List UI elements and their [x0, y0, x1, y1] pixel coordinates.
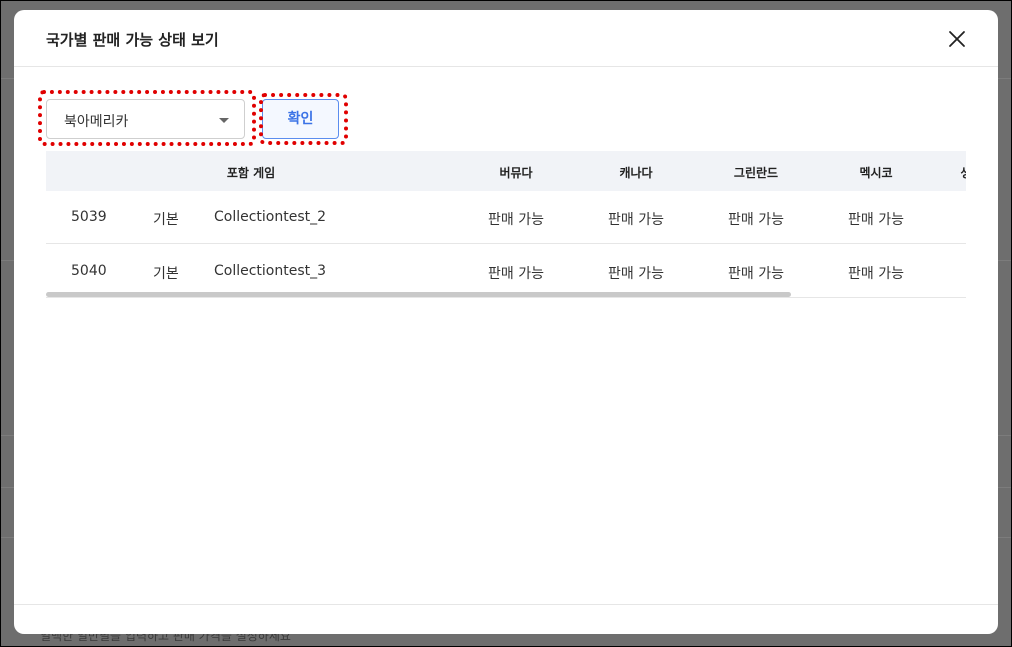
close-icon[interactable]	[946, 28, 968, 50]
column-header-country: 버뮤다	[499, 166, 533, 180]
column-header-country: 멕시코	[859, 166, 893, 180]
row-id: 5040	[71, 263, 107, 279]
table-row: 5040 기본 Collectiontest_3 판매 가능 판매 가능 판매 …	[46, 245, 966, 298]
region-select-highlight	[38, 90, 256, 146]
table-row: 5039 기본 Collectiontest_2 판매 가능 판매 가능 판매 …	[46, 191, 966, 244]
scrollbar-thumb[interactable]	[46, 292, 791, 297]
column-header-included-game: 포함 게임	[226, 166, 276, 180]
row-status: 판매 가능	[488, 212, 544, 228]
column-header-country: 캐나다	[619, 166, 653, 180]
modal-footer-divider	[14, 604, 998, 605]
horizontal-scrollbar[interactable]	[46, 292, 966, 298]
confirm-button-highlight	[259, 93, 348, 145]
row-id: 5039	[71, 209, 107, 225]
column-header-country: 생	[960, 166, 966, 180]
row-status: 판매 가능	[488, 266, 544, 282]
row-status: 판매 가능	[848, 212, 904, 228]
row-game-name: Collectiontest_3	[214, 263, 327, 279]
row-status: 판매 가능	[608, 212, 664, 228]
row-status: 판매 가능	[608, 266, 664, 282]
row-status: 판매 가능	[728, 266, 784, 282]
availability-modal: 국가별 판매 가능 상태 보기 북아메리카 확인 포함 게임 버뮤다 캐나다 그…	[14, 10, 998, 634]
column-header-country: 그린란드	[733, 166, 779, 180]
row-status: 판매 가능	[728, 212, 784, 228]
availability-table[interactable]: 포함 게임 버뮤다 캐나다 그린란드 멕시코 생 5039 기본 Collect…	[46, 151, 966, 299]
modal-title: 국가별 판매 가능 상태 보기	[46, 31, 219, 49]
row-status: 판매 가능	[848, 266, 904, 282]
row-type: 기본	[153, 212, 179, 228]
modal-header: 국가별 판매 가능 상태 보기	[14, 10, 998, 67]
row-game-name: Collectiontest_2	[214, 209, 327, 225]
table-header: 포함 게임 버뮤다 캐나다 그린란드 멕시코 생	[46, 151, 966, 191]
row-type: 기본	[153, 266, 179, 282]
